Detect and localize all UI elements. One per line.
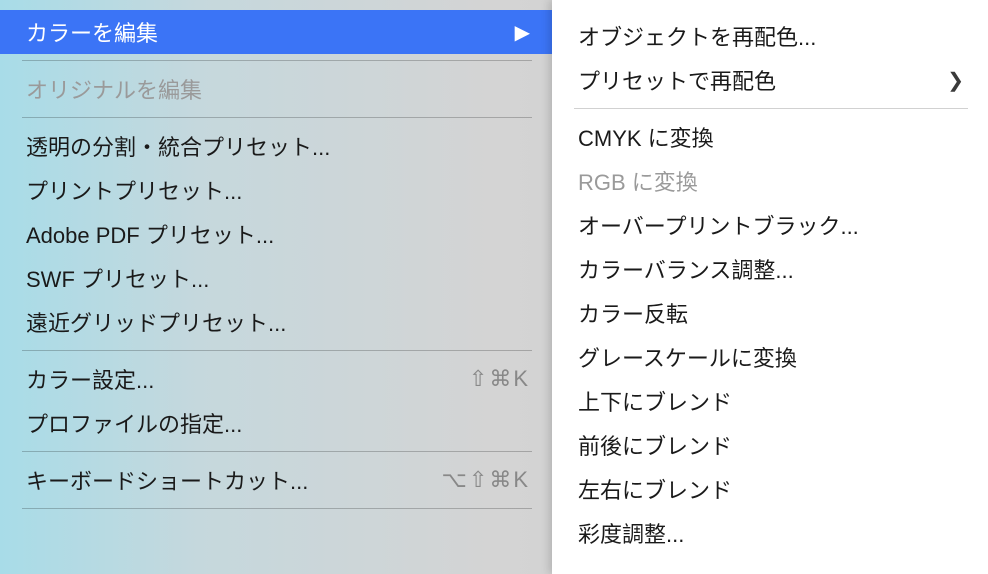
chevron-right-icon: ▶ <box>515 20 530 45</box>
perspective-preset-item[interactable]: 遠近グリッドプリセット... <box>0 300 552 344</box>
menu-label: プリントプリセット... <box>26 174 242 206</box>
edit-colors-item[interactable]: カラーを編集 ▶ <box>0 10 552 54</box>
menu-label: キーボードショートカット... <box>26 464 308 496</box>
color-settings-item[interactable]: カラー設定... ⇧⌘K <box>0 357 552 401</box>
menu-separator <box>574 108 968 109</box>
menu-label: 前後にブレンド <box>578 429 732 461</box>
menu-label: オーバープリントブラック... <box>578 209 859 241</box>
menu-label: カラーを編集 <box>26 16 158 48</box>
left-menu-panel: カラーを編集 ▶ オリジナルを編集 透明の分割・統合プリセット... プリントプ… <box>0 0 552 574</box>
convert-cmyk-item[interactable]: CMYK に変換 <box>552 115 988 159</box>
convert-rgb-item: RGB に変換 <box>552 159 988 203</box>
print-preset-item[interactable]: プリントプリセット... <box>0 168 552 212</box>
swf-preset-item[interactable]: SWF プリセット... <box>0 256 552 300</box>
menu-separator <box>22 117 532 118</box>
pdf-preset-item[interactable]: Adobe PDF プリセット... <box>0 212 552 256</box>
edit-original-item: オリジナルを編集 <box>0 67 552 111</box>
menu-label: グレースケールに変換 <box>578 341 797 373</box>
keyboard-shortcuts-item[interactable]: キーボードショートカット... ⌥⇧⌘K <box>0 458 552 502</box>
menu-label: SWF プリセット... <box>26 262 209 294</box>
adjust-color-balance-item[interactable]: カラーバランス調整... <box>552 247 988 291</box>
menu-label: カラー反転 <box>578 297 688 329</box>
blend-horizontal-item[interactable]: 左右にブレンド <box>552 467 988 511</box>
menu-label: RGB に変換 <box>578 165 698 197</box>
menu-label: プロファイルの指定... <box>26 407 242 439</box>
blend-front-back-item[interactable]: 前後にブレンド <box>552 423 988 467</box>
convert-grayscale-item[interactable]: グレースケールに変換 <box>552 335 988 379</box>
invert-colors-item[interactable]: カラー反転 <box>552 291 988 335</box>
menu-label: カラー設定... <box>26 363 154 395</box>
blend-vertical-item[interactable]: 上下にブレンド <box>552 379 988 423</box>
menu-label: 遠近グリッドプリセット... <box>26 306 286 338</box>
menu-label: Adobe PDF プリセット... <box>26 218 274 250</box>
menu-label: プリセットで再配色 <box>578 64 776 96</box>
saturate-item[interactable]: 彩度調整... <box>552 511 988 555</box>
recolor-preset-item[interactable]: プリセットで再配色 ❯ <box>552 58 988 102</box>
menu-separator <box>22 350 532 351</box>
chevron-right-icon: ❯ <box>947 68 964 93</box>
menu-shortcut: ⌥⇧⌘K <box>442 467 530 493</box>
menu-label: カラーバランス調整... <box>578 253 794 285</box>
assign-profile-item[interactable]: プロファイルの指定... <box>0 401 552 445</box>
menu-separator <box>22 60 532 61</box>
menu-shortcut: ⇧⌘K <box>469 366 530 392</box>
menu-separator <box>22 451 532 452</box>
menu-label: CMYK に変換 <box>578 121 714 153</box>
flattener-preset-item[interactable]: 透明の分割・統合プリセット... <box>0 124 552 168</box>
menu-label: 上下にブレンド <box>578 385 732 417</box>
overprint-black-item[interactable]: オーバープリントブラック... <box>552 203 988 247</box>
recolor-artwork-item[interactable]: オブジェクトを再配色... <box>552 14 988 58</box>
menu-label: オブジェクトを再配色... <box>578 20 816 52</box>
menu-separator <box>22 508 532 509</box>
menu-label: 左右にブレンド <box>578 473 732 505</box>
edit-colors-submenu: オブジェクトを再配色... プリセットで再配色 ❯ CMYK に変換 RGB に… <box>552 0 988 574</box>
menu-label: オリジナルを編集 <box>26 73 202 105</box>
menu-label: 彩度調整... <box>578 517 684 549</box>
menu-label: 透明の分割・統合プリセット... <box>26 130 330 162</box>
